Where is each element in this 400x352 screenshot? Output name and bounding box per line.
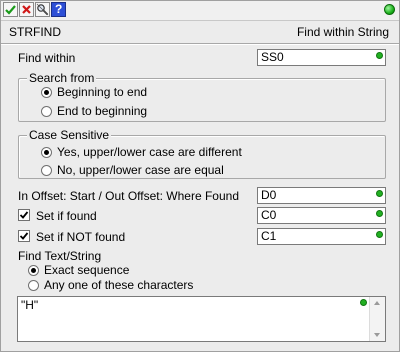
connection-dot-icon: [376, 210, 383, 217]
connection-dot-icon: [376, 190, 383, 197]
find-text-input[interactable]: "H": [17, 296, 386, 342]
find-within-field[interactable]: SS0: [257, 49, 386, 66]
checkmark-icon: [19, 232, 29, 240]
radio-case-different[interactable]: [41, 147, 52, 158]
case-sensitive-legend: Case Sensitive: [27, 128, 112, 142]
connection-dot-icon: [376, 231, 383, 238]
checkmark-icon: [19, 211, 29, 219]
offset-field[interactable]: D0: [257, 187, 386, 204]
any-character-label[interactable]: Any one of these characters: [44, 278, 193, 292]
instruction-description: Find within String: [296, 25, 389, 39]
search-from-legend: Search from: [27, 71, 97, 85]
set-if-found-field[interactable]: C0: [257, 207, 386, 224]
set-if-not-found-value: C1: [261, 229, 277, 243]
case-equal-label[interactable]: No, upper/lower case are equal: [57, 163, 224, 177]
find-within-value: SS0: [261, 50, 284, 64]
toolbar: ?: [1, 1, 399, 21]
dialog-frame: ? STRFIND Find within String Find within…: [0, 0, 400, 352]
find-within-label: Find within: [18, 51, 76, 65]
radio-any-character[interactable]: [28, 280, 39, 291]
radio-beginning-to-end[interactable]: [41, 87, 52, 98]
set-if-found-label[interactable]: Set if found: [36, 209, 97, 223]
status-indicator-icon: [384, 4, 395, 15]
set-if-found-value: C0: [261, 208, 277, 222]
beginning-to-end-label[interactable]: Beginning to end: [57, 85, 147, 99]
case-different-label[interactable]: Yes, upper/lower case are different: [57, 145, 242, 159]
instruction-name: STRFIND: [9, 25, 61, 39]
connection-dot-icon: [376, 52, 383, 59]
help-button[interactable]: ?: [51, 2, 66, 17]
set-if-not-found-checkbox[interactable]: [18, 230, 30, 242]
find-text-label: Find Text/String: [18, 249, 102, 263]
cancel-button[interactable]: [19, 2, 34, 17]
end-to-beginning-label[interactable]: End to beginning: [57, 104, 147, 118]
set-if-found-checkbox[interactable]: [18, 209, 30, 221]
offset-value: D0: [261, 188, 277, 202]
radio-end-to-beginning[interactable]: [41, 106, 52, 117]
case-sensitive-group: Case Sensitive Yes, upper/lower case are…: [18, 128, 386, 179]
zoom-button[interactable]: [35, 2, 50, 17]
search-from-group: Search from Beginning to end End to begi…: [18, 71, 386, 122]
connection-dot-icon: [360, 299, 367, 306]
scroll-down-icon[interactable]: [374, 333, 380, 337]
close-icon: [22, 5, 31, 14]
check-icon: [5, 5, 16, 15]
exact-sequence-label[interactable]: Exact sequence: [44, 263, 129, 277]
radio-case-equal[interactable]: [41, 165, 52, 176]
radio-exact-sequence[interactable]: [28, 265, 39, 276]
help-icon: ?: [55, 2, 63, 16]
scroll-up-icon[interactable]: [374, 301, 380, 305]
offset-label: In Offset: Start / Out Offset: Where Fou…: [18, 189, 239, 203]
header-divider: [1, 43, 399, 45]
accept-button[interactable]: [3, 2, 18, 17]
set-if-not-found-label[interactable]: Set if NOT found: [36, 230, 125, 244]
find-text-value: "H": [21, 298, 39, 312]
vertical-scrollbar[interactable]: [369, 297, 385, 341]
set-if-not-found-field[interactable]: C1: [257, 228, 386, 245]
zoom-icon: [36, 3, 49, 16]
